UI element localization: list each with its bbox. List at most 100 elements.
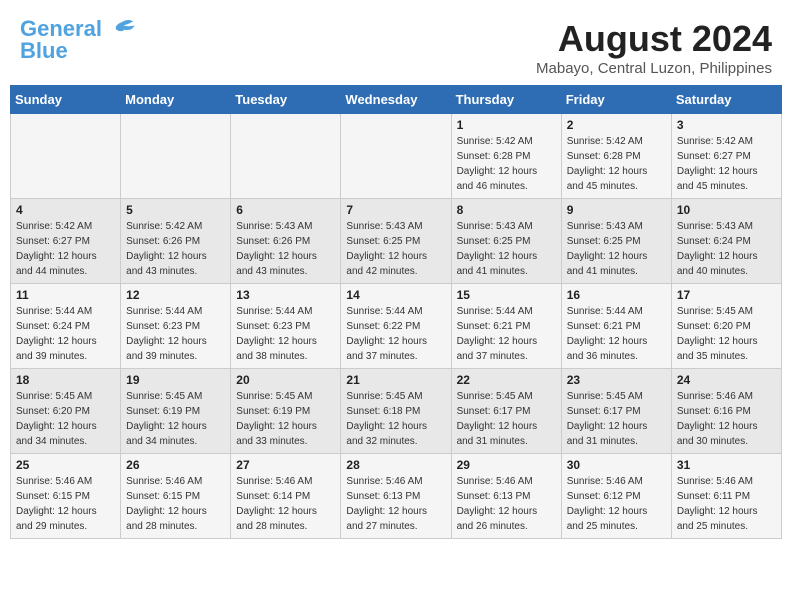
calendar-cell: 26 Sunrise: 5:46 AM Sunset: 6:15 PM Dayli… — [121, 454, 231, 539]
day-number: 1 — [457, 118, 556, 132]
day-info: Sunrise: 5:43 AM Sunset: 6:25 PM Dayligh… — [567, 219, 666, 279]
title-section: August 2024 Mabayo, Central Luzon, Phili… — [536, 18, 772, 77]
calendar-cell: 2 Sunrise: 5:42 AM Sunset: 6:28 PM Daylig… — [561, 114, 671, 199]
day-of-week-header: Wednesday — [341, 86, 451, 114]
calendar-cell: 21 Sunrise: 5:45 AM Sunset: 6:18 PM Dayli… — [341, 369, 451, 454]
logo-text: GeneralBlue — [20, 18, 102, 62]
day-number: 29 — [457, 458, 556, 472]
day-of-week-header: Tuesday — [231, 86, 341, 114]
calendar-week-row: 11Sunrise: 5:44 AM Sunset: 6:24 PM Dayli… — [11, 284, 782, 369]
calendar-week-row: 1 Sunrise: 5:42 AM Sunset: 6:28 PM Daylig… — [11, 114, 782, 199]
day-info: Sunrise: 5:46 AM Sunset: 6:15 PM Dayligh… — [126, 474, 225, 534]
day-info: Sunrise: 5:45 AM Sunset: 6:20 PM Dayligh… — [16, 389, 115, 449]
day-number: 6 — [236, 203, 335, 217]
day-number: 24 — [677, 373, 776, 387]
location-subtitle: Mabayo, Central Luzon, Philippines — [536, 60, 772, 77]
day-number: 18 — [16, 373, 115, 387]
calendar-cell — [231, 114, 341, 199]
day-number: 30 — [567, 458, 666, 472]
day-number: 27 — [236, 458, 335, 472]
day-info: Sunrise: 5:42 AM Sunset: 6:27 PM Dayligh… — [677, 134, 776, 194]
calendar-cell: 20 Sunrise: 5:45 AM Sunset: 6:19 PM Dayli… — [231, 369, 341, 454]
calendar-cell: 13 Sunrise: 5:44 AM Sunset: 6:23 PM Dayli… — [231, 284, 341, 369]
day-info: Sunrise: 5:45 AM Sunset: 6:20 PM Dayligh… — [677, 304, 776, 364]
day-of-week-header: Saturday — [671, 86, 781, 114]
day-info: Sunrise: 5:46 AM Sunset: 6:11 PM Dayligh… — [677, 474, 776, 534]
day-number: 21 — [346, 373, 445, 387]
calendar-cell: 12Sunrise: 5:44 AM Sunset: 6:23 PM Dayli… — [121, 284, 231, 369]
calendar-cell: 23 Sunrise: 5:45 AM Sunset: 6:17 PM Dayli… — [561, 369, 671, 454]
calendar-week-row: 4 Sunrise: 5:42 AM Sunset: 6:27 PM Daylig… — [11, 199, 782, 284]
calendar-cell: 11Sunrise: 5:44 AM Sunset: 6:24 PM Dayli… — [11, 284, 121, 369]
calendar-cell: 29 Sunrise: 5:46 AM Sunset: 6:13 PM Dayli… — [451, 454, 561, 539]
day-info: Sunrise: 5:43 AM Sunset: 6:25 PM Dayligh… — [346, 219, 445, 279]
calendar-cell — [121, 114, 231, 199]
calendar-cell: 27Sunrise: 5:46 AM Sunset: 6:14 PM Dayli… — [231, 454, 341, 539]
calendar-cell: 6 Sunrise: 5:43 AM Sunset: 6:26 PM Daylig… — [231, 199, 341, 284]
calendar-cell: 7 Sunrise: 5:43 AM Sunset: 6:25 PM Daylig… — [341, 199, 451, 284]
calendar-cell: 19 Sunrise: 5:45 AM Sunset: 6:19 PM Dayli… — [121, 369, 231, 454]
day-info: Sunrise: 5:46 AM Sunset: 6:12 PM Dayligh… — [567, 474, 666, 534]
day-info: Sunrise: 5:43 AM Sunset: 6:24 PM Dayligh… — [677, 219, 776, 279]
calendar-cell: 18 Sunrise: 5:45 AM Sunset: 6:20 PM Dayli… — [11, 369, 121, 454]
day-info: Sunrise: 5:42 AM Sunset: 6:28 PM Dayligh… — [567, 134, 666, 194]
day-number: 17 — [677, 288, 776, 302]
calendar-cell: 22 Sunrise: 5:45 AM Sunset: 6:17 PM Dayli… — [451, 369, 561, 454]
calendar-cell: 5Sunrise: 5:42 AM Sunset: 6:26 PM Daylig… — [121, 199, 231, 284]
day-of-week-header: Thursday — [451, 86, 561, 114]
day-info: Sunrise: 5:43 AM Sunset: 6:25 PM Dayligh… — [457, 219, 556, 279]
day-number: 22 — [457, 373, 556, 387]
month-year-title: August 2024 — [536, 18, 772, 60]
calendar-cell — [341, 114, 451, 199]
day-number: 14 — [346, 288, 445, 302]
day-number: 12 — [126, 288, 225, 302]
day-info: Sunrise: 5:45 AM Sunset: 6:18 PM Dayligh… — [346, 389, 445, 449]
day-info: Sunrise: 5:45 AM Sunset: 6:19 PM Dayligh… — [126, 389, 225, 449]
day-number: 23 — [567, 373, 666, 387]
calendar-cell: 24Sunrise: 5:46 AM Sunset: 6:16 PM Dayli… — [671, 369, 781, 454]
day-info: Sunrise: 5:45 AM Sunset: 6:17 PM Dayligh… — [457, 389, 556, 449]
calendar-cell: 14Sunrise: 5:44 AM Sunset: 6:22 PM Dayli… — [341, 284, 451, 369]
day-info: Sunrise: 5:45 AM Sunset: 6:17 PM Dayligh… — [567, 389, 666, 449]
day-info: Sunrise: 5:44 AM Sunset: 6:24 PM Dayligh… — [16, 304, 115, 364]
day-of-week-header: Friday — [561, 86, 671, 114]
day-number: 15 — [457, 288, 556, 302]
calendar-cell — [11, 114, 121, 199]
day-number: 26 — [126, 458, 225, 472]
day-of-week-header: Sunday — [11, 86, 121, 114]
day-number: 10 — [677, 203, 776, 217]
calendar-cell: 10 Sunrise: 5:43 AM Sunset: 6:24 PM Dayli… — [671, 199, 781, 284]
calendar-cell: 31 Sunrise: 5:46 AM Sunset: 6:11 PM Dayli… — [671, 454, 781, 539]
day-info: Sunrise: 5:46 AM Sunset: 6:13 PM Dayligh… — [457, 474, 556, 534]
calendar-cell: 3 Sunrise: 5:42 AM Sunset: 6:27 PM Daylig… — [671, 114, 781, 199]
day-info: Sunrise: 5:44 AM Sunset: 6:23 PM Dayligh… — [236, 304, 335, 364]
day-info: Sunrise: 5:46 AM Sunset: 6:15 PM Dayligh… — [16, 474, 115, 534]
calendar-cell: 28Sunrise: 5:46 AM Sunset: 6:13 PM Dayli… — [341, 454, 451, 539]
calendar-cell: 9Sunrise: 5:43 AM Sunset: 6:25 PM Daylig… — [561, 199, 671, 284]
day-number: 20 — [236, 373, 335, 387]
day-number: 2 — [567, 118, 666, 132]
calendar-cell: 17 Sunrise: 5:45 AM Sunset: 6:20 PM Dayli… — [671, 284, 781, 369]
day-number: 16 — [567, 288, 666, 302]
calendar-cell: 1 Sunrise: 5:42 AM Sunset: 6:28 PM Daylig… — [451, 114, 561, 199]
day-info: Sunrise: 5:44 AM Sunset: 6:21 PM Dayligh… — [457, 304, 556, 364]
day-number: 5 — [126, 203, 225, 217]
calendar-cell: 8Sunrise: 5:43 AM Sunset: 6:25 PM Daylig… — [451, 199, 561, 284]
logo-bird-icon — [108, 15, 136, 43]
calendar-cell: 4 Sunrise: 5:42 AM Sunset: 6:27 PM Daylig… — [11, 199, 121, 284]
day-info: Sunrise: 5:42 AM Sunset: 6:28 PM Dayligh… — [457, 134, 556, 194]
day-of-week-header: Monday — [121, 86, 231, 114]
logo: GeneralBlue — [20, 18, 136, 62]
day-number: 3 — [677, 118, 776, 132]
day-info: Sunrise: 5:42 AM Sunset: 6:27 PM Dayligh… — [16, 219, 115, 279]
calendar-week-row: 25Sunrise: 5:46 AM Sunset: 6:15 PM Dayli… — [11, 454, 782, 539]
day-info: Sunrise: 5:45 AM Sunset: 6:19 PM Dayligh… — [236, 389, 335, 449]
day-number: 31 — [677, 458, 776, 472]
day-number: 7 — [346, 203, 445, 217]
day-number: 4 — [16, 203, 115, 217]
day-number: 19 — [126, 373, 225, 387]
calendar: SundayMondayTuesdayWednesdayThursdayFrid… — [0, 85, 792, 549]
day-number: 13 — [236, 288, 335, 302]
calendar-cell: 30 Sunrise: 5:46 AM Sunset: 6:12 PM Dayli… — [561, 454, 671, 539]
day-info: Sunrise: 5:43 AM Sunset: 6:26 PM Dayligh… — [236, 219, 335, 279]
